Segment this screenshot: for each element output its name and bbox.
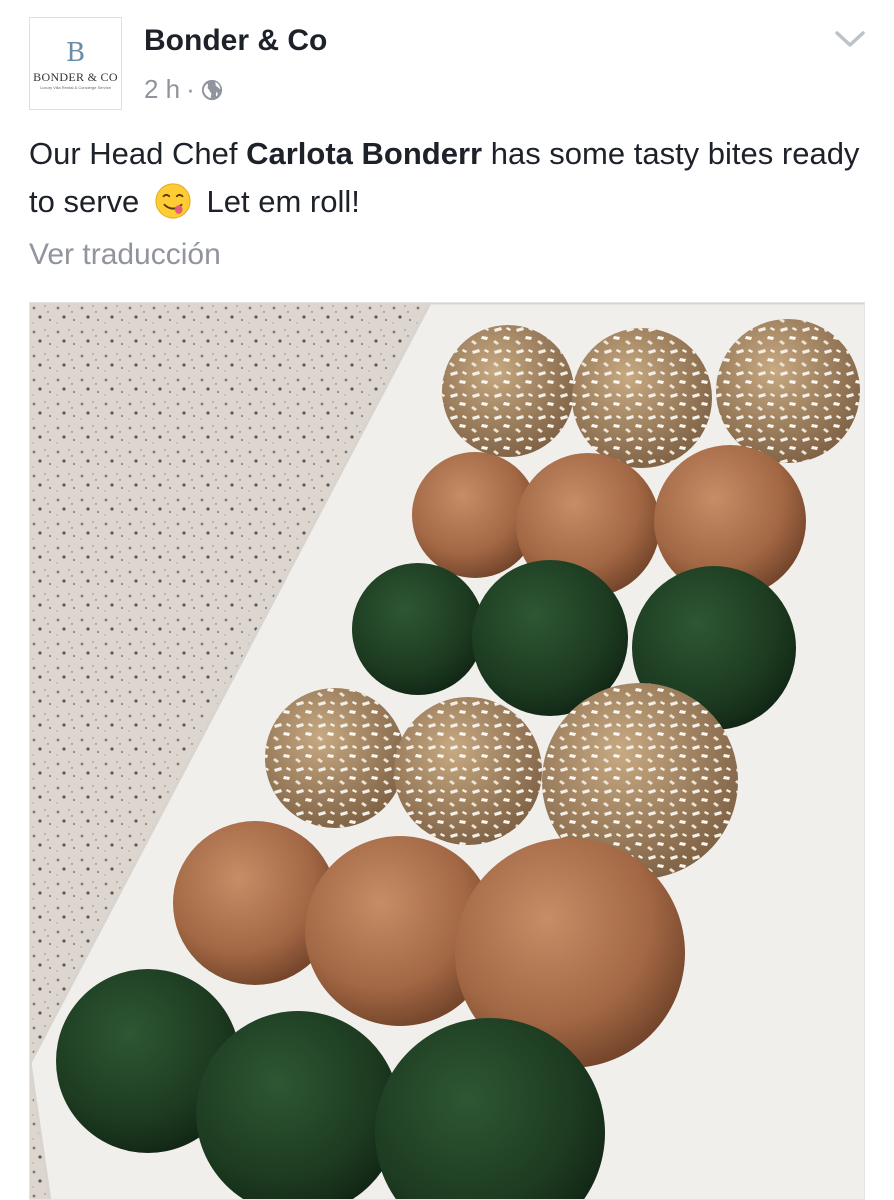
coconut-ball: [394, 697, 542, 845]
mention-link[interactable]: Carlota Bonderr: [246, 136, 482, 171]
coconut-ball: [572, 328, 712, 468]
post-timestamp[interactable]: 2 h: [144, 74, 180, 105]
face-savoring-food-emoji-icon: [155, 183, 191, 219]
matcha-ball: [352, 563, 484, 695]
post-meta: 2 h ·: [144, 74, 223, 105]
post-photo[interactable]: [29, 302, 865, 1200]
avatar-tagline: Luxury Villa Rental & Concierge Service: [40, 85, 111, 90]
meta-separator: ·: [186, 74, 195, 104]
coconut-ball: [265, 688, 405, 828]
coconut-ball: [716, 319, 860, 463]
post-message: Our Head Chef Carlota Bonderr has some t…: [29, 130, 869, 226]
post-header: B BONDER & CO Luxury Villa Rental & Conc…: [0, 0, 894, 120]
post-text-closing: Let em roll!: [197, 184, 360, 219]
page-avatar[interactable]: B BONDER & CO Luxury Villa Rental & Conc…: [29, 17, 122, 110]
coconut-ball: [442, 325, 574, 457]
globe-icon[interactable]: [201, 79, 223, 101]
avatar-brand: BONDER & CO: [33, 70, 118, 84]
post-text-intro: Our Head Chef: [29, 136, 247, 171]
page-name-link[interactable]: Bonder & Co: [144, 24, 327, 58]
see-translation-link[interactable]: Ver traducción: [29, 238, 221, 272]
energy-balls-photo: [30, 303, 864, 1199]
avatar-monogram: B: [65, 38, 86, 68]
chevron-down-icon[interactable]: [834, 28, 866, 52]
